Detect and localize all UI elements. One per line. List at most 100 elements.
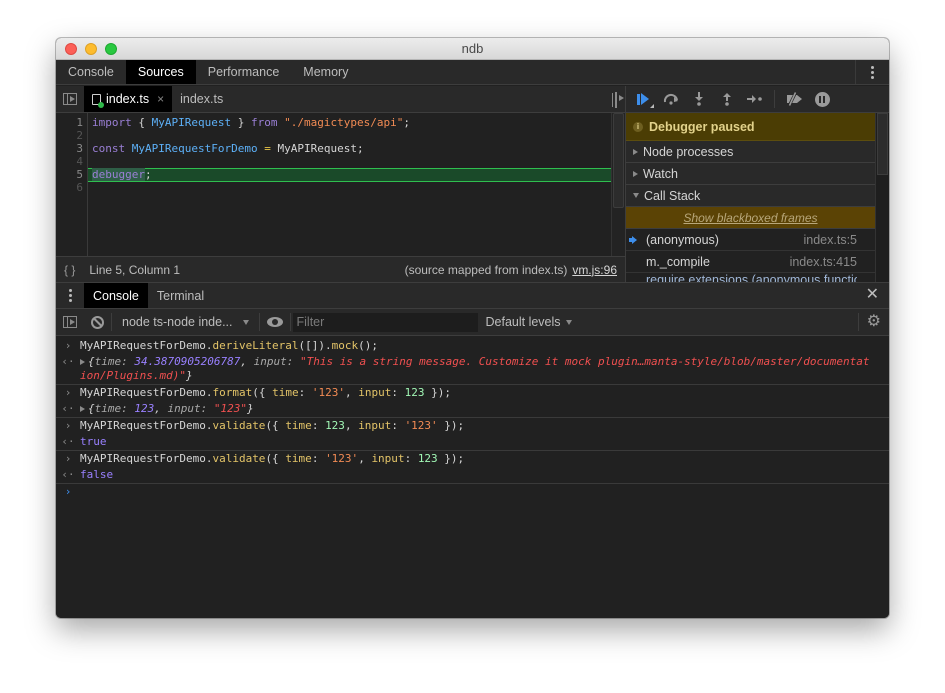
- collapse-arrow-icon: [633, 193, 639, 198]
- line-number[interactable]: 5: [56, 168, 87, 181]
- console-settings-icon[interactable]: ⚙: [867, 314, 881, 330]
- debugger-scrollbar[interactable]: [875, 113, 889, 282]
- console-prompt[interactable]: ›: [56, 484, 889, 500]
- close-tab-icon[interactable]: ×: [157, 92, 164, 106]
- pretty-print-icon[interactable]: { }: [64, 263, 75, 277]
- sources-panel: index.ts × index.ts 1 2 3 4 5 6 import {…: [56, 86, 889, 282]
- info-icon: i: [633, 121, 643, 132]
- line-number[interactable]: 4: [56, 155, 87, 168]
- context-selector[interactable]: node ts-node inde...: [112, 315, 259, 329]
- scrollbar-thumb[interactable]: [613, 113, 624, 208]
- more-options-button[interactable]: [855, 60, 889, 84]
- step-over-icon: [663, 93, 678, 105]
- object-preview[interactable]: {time: 34.3870905206787, input: "This is…: [80, 355, 889, 383]
- title-bar: ndb: [56, 38, 889, 60]
- keyword: debugger: [92, 168, 145, 181]
- code-lines: import { MyAPIRequest } from "./magictyp…: [88, 113, 625, 256]
- boolean-result: false: [80, 468, 114, 481]
- frame-name: m._compile: [646, 254, 710, 269]
- editor-scrollbar[interactable]: [611, 113, 625, 256]
- filter-input[interactable]: [292, 312, 478, 332]
- tab-memory[interactable]: Memory: [291, 60, 360, 84]
- current-frame-arrow-icon: [629, 236, 637, 244]
- call-frame[interactable]: m._compile index.ts:415: [626, 251, 875, 273]
- toolbar-divider: [289, 313, 291, 331]
- minimize-window-button[interactable]: [85, 43, 97, 55]
- call-frame-current[interactable]: (anonymous) index.ts:5: [626, 229, 875, 251]
- eye-icon: [266, 317, 283, 327]
- pause-on-exceptions-button[interactable]: [813, 90, 831, 108]
- source-mapped-label: (source mapped from index.ts): [404, 262, 568, 277]
- step-into-button[interactable]: [690, 90, 708, 108]
- log-levels-dropdown[interactable]: Default levels: [486, 315, 572, 329]
- console-input[interactable]: [80, 485, 889, 499]
- call-frame[interactable]: require.extensions.(anonymous function): [626, 273, 875, 282]
- toggle-debugger-button[interactable]: [615, 92, 617, 108]
- section-call-stack[interactable]: Call Stack: [626, 185, 875, 207]
- section-watch[interactable]: Watch: [626, 163, 875, 185]
- line-number[interactable]: 2: [56, 129, 87, 142]
- section-label: Node processes: [643, 144, 734, 159]
- punctuation: ;: [144, 168, 152, 181]
- drawer-tab-console[interactable]: Console: [84, 283, 148, 308]
- input-arrow-icon: ›: [64, 419, 72, 432]
- toolbar-divider: [774, 90, 775, 108]
- identifier: MyAPIRequestForDemo: [131, 142, 258, 155]
- drawer-tab-terminal[interactable]: Terminal: [148, 283, 213, 308]
- section-label: Call Stack: [644, 188, 701, 203]
- code-editor[interactable]: 1 2 3 4 5 6 import { MyAPIRequest } from…: [56, 113, 625, 256]
- show-blackboxed-frames-link[interactable]: Show blackboxed frames: [626, 207, 875, 229]
- live-expression-button[interactable]: [260, 309, 290, 335]
- step-button[interactable]: [746, 90, 764, 108]
- toggle-console-sidebar-button[interactable]: [56, 309, 84, 335]
- resume-button[interactable]: [634, 90, 654, 108]
- window-controls: [65, 43, 117, 55]
- step-over-button[interactable]: [662, 90, 680, 108]
- debugger-toolbar: [626, 86, 889, 113]
- line-number[interactable]: 6: [56, 181, 87, 194]
- file-tab-index-ts[interactable]: index.ts: [172, 86, 231, 112]
- expand-object-icon[interactable]: [80, 406, 85, 412]
- chevron-down-icon: [565, 319, 572, 325]
- source-link[interactable]: vm.js:96: [572, 263, 617, 277]
- deactivate-breakpoints-icon: [787, 92, 802, 106]
- frame-location: index.ts:415: [789, 254, 857, 269]
- close-window-button[interactable]: [65, 43, 77, 55]
- window-title: ndb: [461, 41, 484, 56]
- object-preview[interactable]: {time: 123, input: "123"}: [80, 402, 889, 416]
- expand-arrow-icon: [633, 148, 638, 155]
- console-input-message: › MyAPIRequestForDemo.validate({ time: '…: [56, 451, 889, 467]
- execution-line: debugger;: [88, 168, 611, 182]
- tab-performance[interactable]: Performance: [196, 60, 292, 84]
- section-node-processes[interactable]: Node processes: [626, 141, 875, 163]
- tab-sources[interactable]: Sources: [125, 60, 196, 84]
- tab-console[interactable]: Console: [56, 60, 126, 84]
- context-label: node ts-node inde...: [122, 315, 233, 329]
- app-window: ndb Console Sources Performance Memory i…: [56, 38, 889, 618]
- scrollbar-thumb[interactable]: [877, 113, 888, 175]
- deactivate-breakpoints-button[interactable]: [785, 90, 803, 108]
- console-input-message: › MyAPIRequestForDemo.deriveLiteral([]).…: [56, 338, 889, 354]
- drawer-menu-button[interactable]: [56, 283, 84, 308]
- keyword: const: [92, 142, 126, 155]
- clear-console-button[interactable]: [84, 309, 111, 335]
- expand-object-icon[interactable]: [80, 359, 85, 365]
- string-literal: "./magictypes/api": [284, 116, 404, 129]
- file-tab-index-ts-active[interactable]: index.ts ×: [84, 86, 173, 112]
- line-number[interactable]: 1: [56, 116, 87, 129]
- identifier: MyAPIRequest: [151, 116, 232, 129]
- step-out-button[interactable]: [718, 90, 736, 108]
- operator: =: [257, 142, 278, 155]
- maximize-window-button[interactable]: [105, 43, 117, 55]
- main-panel-tabs: Console Sources Performance Memory: [56, 60, 889, 85]
- toggle-navigator-button[interactable]: [56, 86, 84, 112]
- output-arrow-icon: ‹·: [61, 435, 75, 448]
- code-line-1: import { MyAPIRequest } from "./magictyp…: [88, 116, 625, 129]
- line-number[interactable]: 3: [56, 142, 87, 155]
- debugger-sections: i Debugger paused Node processes Watch C…: [626, 113, 889, 282]
- close-drawer-icon[interactable]: ✕: [866, 287, 879, 303]
- editor-status-bar: { } Line 5, Column 1 (source mapped from…: [56, 256, 625, 282]
- expand-arrow-icon: [633, 170, 638, 177]
